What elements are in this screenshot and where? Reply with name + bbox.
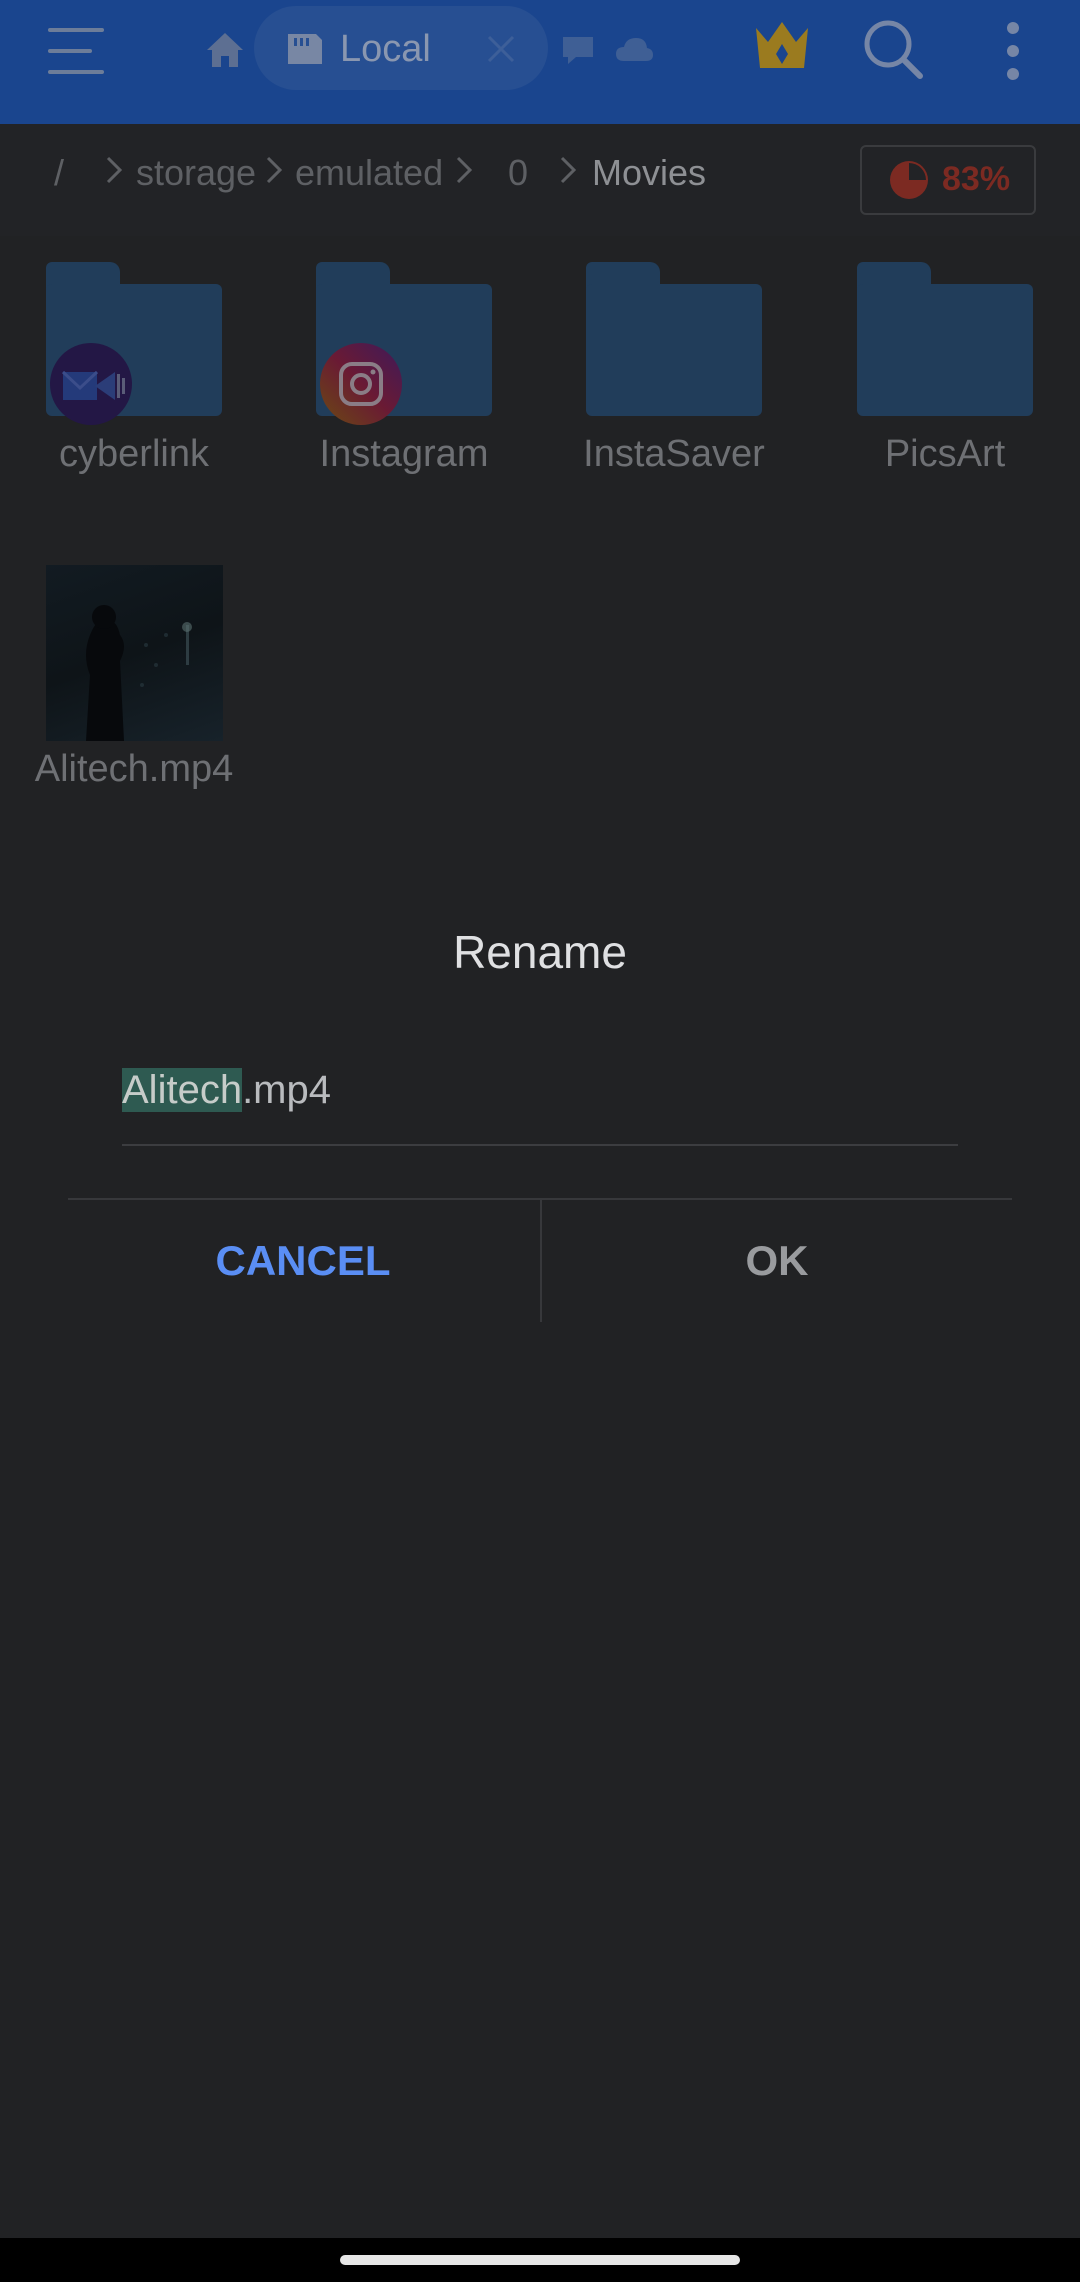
chevron-right-icon [104,150,124,190]
chevron-right-icon [558,150,578,190]
breadcrumb-root[interactable]: / [54,152,64,194]
storage-percent: 83% [942,160,1011,198]
dialog-title: Rename [453,926,627,978]
tab-local[interactable]: Local [254,6,548,90]
folder-name: Instagram [319,433,489,475]
cancel-button[interactable]: CANCEL [68,1200,538,1322]
chevron-right-icon [454,150,474,190]
chevron-right-icon [264,150,284,190]
selected-text: Alitech [122,1068,243,1112]
rename-input[interactable]: Alitech.mp4 [122,1068,958,1146]
breadcrumb-0[interactable]: 0 [508,152,528,194]
menu-icon[interactable] [44,24,108,78]
top-toolbar: Local [0,0,1080,124]
folder-name: PicsArt [884,433,1006,475]
folder-icon[interactable] [586,262,762,416]
more-options-icon[interactable] [998,20,1028,82]
file-name: Alitech.mp4 [34,748,234,790]
cloud-icon[interactable] [614,34,654,64]
folder-icon[interactable] [857,262,1033,416]
home-gesture-bar[interactable] [340,2255,740,2265]
storage-usage-badge[interactable]: 83% [860,145,1036,215]
pie-chart-icon [888,159,930,201]
ok-button[interactable]: OK [542,1200,1012,1322]
input-text-rest: .mp4 [242,1068,331,1112]
search-icon[interactable] [862,18,924,80]
home-icon[interactable] [204,30,246,70]
breadcrumb-emulated[interactable]: emulated [295,152,443,194]
close-icon[interactable] [486,34,516,64]
tab-local-label: Local [340,28,431,70]
breadcrumb-movies[interactable]: Movies [592,152,706,194]
breadcrumb-storage[interactable]: storage [136,152,256,194]
cyberlink-app-icon [49,342,133,426]
instagram-app-icon [319,342,403,426]
folder-name: InstaSaver [583,433,765,475]
message-icon[interactable] [560,34,596,66]
video-thumbnail[interactable] [46,565,223,741]
storage-icon [284,32,324,66]
folder-name: cyberlink [59,433,209,475]
premium-crown-icon[interactable] [752,18,812,74]
